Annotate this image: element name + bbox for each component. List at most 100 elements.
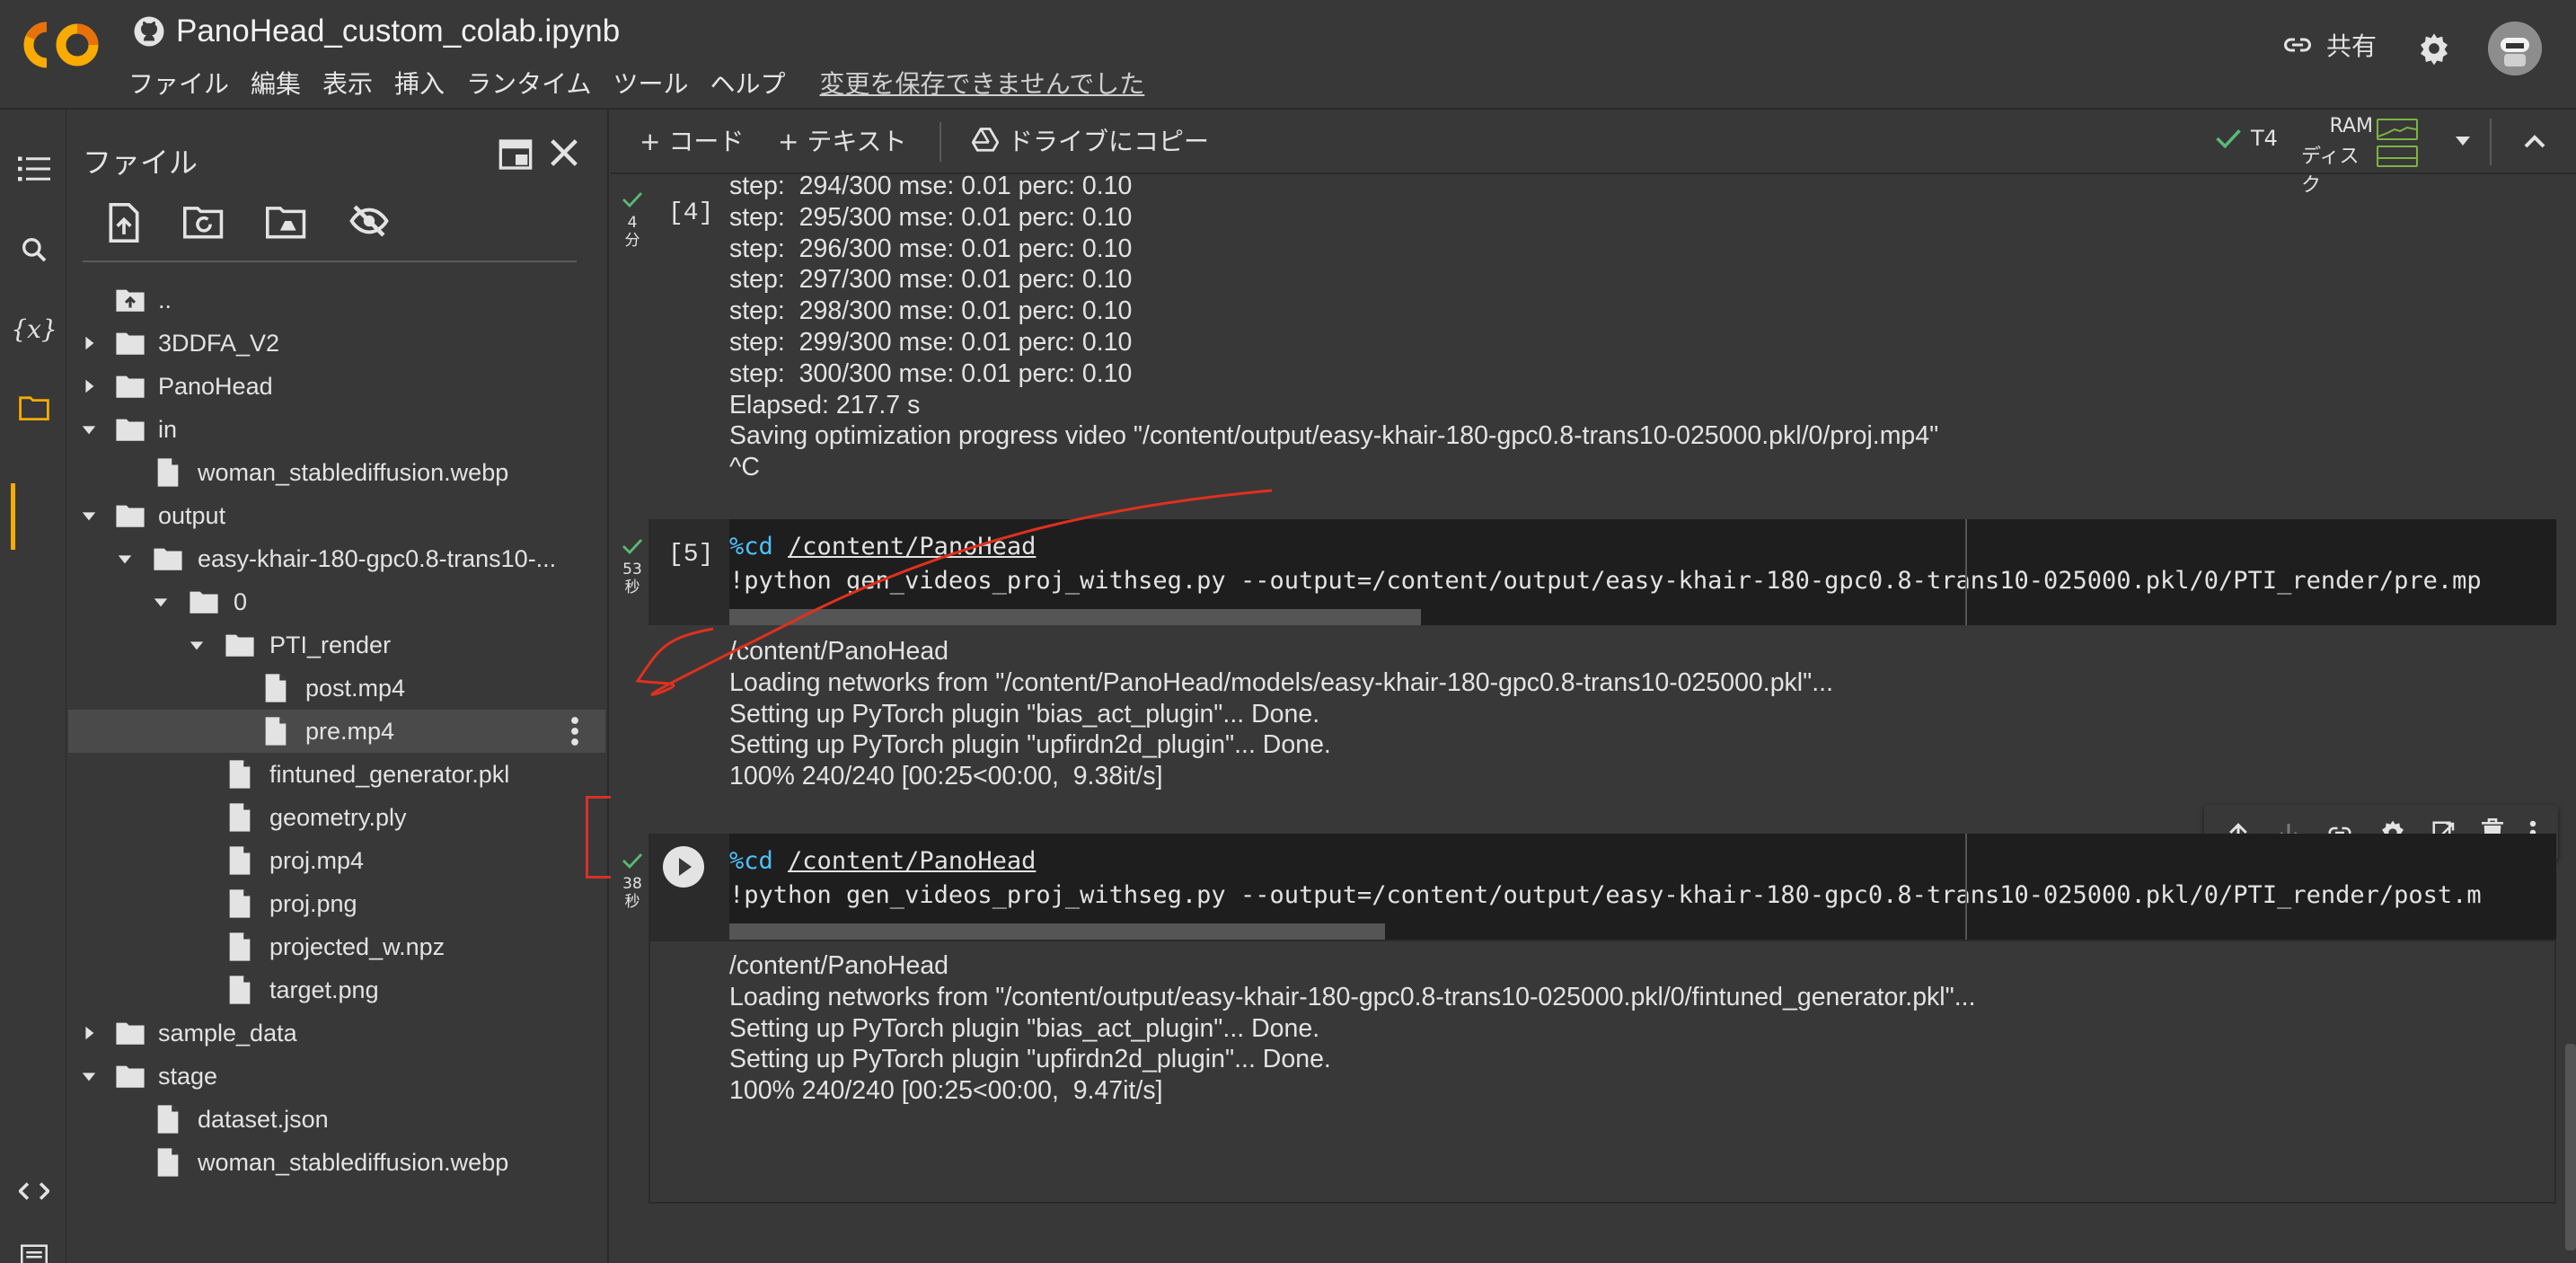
- share-button[interactable]: 共有: [2281, 27, 2377, 63]
- run-cell-button[interactable]: [663, 846, 704, 888]
- add-text-button[interactable]: + テキスト: [778, 122, 907, 158]
- output-line: step: 300/300 mse: 0.01 perc: 0.10: [729, 358, 1133, 388]
- folder-icon: [116, 1022, 145, 1045]
- check-icon: [622, 192, 643, 208]
- colab-logo[interactable]: [22, 20, 102, 70]
- chevron-down-icon[interactable]: [81, 421, 97, 437]
- close-icon[interactable]: [546, 135, 582, 171]
- upload-icon[interactable]: [106, 203, 142, 243]
- path-link[interactable]: /content/PanoHead: [788, 847, 1036, 875]
- output-line: step: 297/300 mse: 0.01 perc: 0.10: [729, 265, 1133, 295]
- file-icon: [229, 932, 251, 961]
- search-icon[interactable]: [14, 230, 54, 269]
- exec-time: 53 秒: [616, 561, 648, 596]
- menu-insert[interactable]: 挿入: [394, 65, 457, 101]
- code-editor[interactable]: %cd /content/PanoHead !python gen_videos…: [729, 519, 2556, 625]
- tree-item-file[interactable]: proj.mp4: [66, 839, 609, 882]
- menu-view[interactable]: 表示: [322, 65, 385, 101]
- tree-item-folder[interactable]: easy-khair-180-gpc0.8-trans10-...: [66, 537, 609, 580]
- chevron-down-icon[interactable]: [81, 508, 97, 524]
- tree-item-file[interactable]: geometry.ply: [66, 796, 609, 839]
- tree-item-folder[interactable]: 0: [66, 580, 609, 623]
- output-line: /content/PanoHead: [729, 637, 949, 666]
- cell-number: [4]: [668, 199, 714, 227]
- tree-item-folder[interactable]: stage: [66, 1055, 609, 1098]
- chevron-down-icon[interactable]: [153, 594, 169, 610]
- copy-to-drive-button[interactable]: ドライブにコピー: [972, 122, 1209, 158]
- file-icon: [229, 889, 251, 918]
- tree-item-label: PTI_render: [269, 631, 392, 658]
- add-code-button[interactable]: + コード: [640, 122, 744, 158]
- tree-item-folder[interactable]: in: [66, 408, 609, 451]
- folder-icon[interactable]: [14, 388, 54, 428]
- horizontal-scrollbar[interactable]: [729, 923, 1385, 940]
- menu-help[interactable]: ヘルプ: [710, 65, 798, 101]
- tree-item-folder[interactable]: 3DDFA_V2: [66, 322, 609, 365]
- chevron-right-icon[interactable]: [81, 378, 97, 394]
- tree-item-file[interactable]: target.png: [66, 968, 609, 1011]
- file-icon: [157, 458, 179, 487]
- resource-meter[interactable]: RAM ディスク: [2301, 113, 2427, 197]
- variables-icon[interactable]: {x}: [11, 309, 57, 349]
- folder-icon: [225, 634, 254, 657]
- mount-drive-icon[interactable]: [266, 203, 307, 239]
- tree-item-file[interactable]: woman_stablediffusion.webp: [66, 1141, 609, 1184]
- path-link[interactable]: /content/PanoHead: [788, 533, 1036, 561]
- tree-item-file[interactable]: projected_w.npz: [66, 925, 609, 968]
- exec-time-unit: 秒: [624, 893, 640, 911]
- chevron-right-icon[interactable]: [81, 335, 97, 351]
- menu-file[interactable]: ファイル: [128, 65, 242, 101]
- code-editor[interactable]: %cd /content/PanoHead !python gen_videos…: [729, 834, 2556, 940]
- code-snippets-icon[interactable]: [14, 1171, 54, 1211]
- code-line-2: !python gen_videos_proj_withseg.py --out…: [729, 567, 2482, 595]
- gear-icon[interactable]: [2416, 31, 2452, 66]
- unsaved-notice[interactable]: 変更を保存できませんでした: [820, 65, 1158, 101]
- cell-output: /content/PanoHead Loading networks from "…: [729, 636, 1833, 792]
- tree-item-folder[interactable]: sample_data: [66, 1011, 609, 1055]
- horizontal-scrollbar[interactable]: [729, 609, 1421, 625]
- avatar[interactable]: [2488, 22, 2542, 75]
- folder-up-icon: [116, 289, 145, 312]
- chevron-down-icon[interactable]: [117, 551, 133, 567]
- tree-item-label: woman_stablediffusion.webp: [198, 1148, 509, 1176]
- menu-runtime[interactable]: ランタイム: [466, 65, 604, 101]
- tree-item-folder[interactable]: output: [66, 494, 609, 537]
- tree-item-file[interactable]: woman_stablediffusion.webp: [66, 451, 609, 494]
- vertical-scrollbar[interactable]: [2565, 1044, 2576, 1250]
- tree-item-label: sample_data: [158, 1019, 297, 1047]
- play-icon: [679, 858, 692, 876]
- toc-icon[interactable]: [14, 149, 54, 189]
- tree-item-file[interactable]: fintuned_generator.pkl: [66, 753, 609, 796]
- runtime-status[interactable]: T4: [2215, 126, 2278, 151]
- tree-item-file[interactable]: post.mp4: [66, 667, 609, 710]
- output-line: step: 296/300 mse: 0.01 perc: 0.10: [729, 234, 1133, 263]
- cell-output: step: 294/300 mse: 0.01 perc: 0.10 step: …: [729, 171, 1938, 483]
- menu-edit[interactable]: 編集: [251, 65, 313, 101]
- tree-item-file[interactable]: dataset.json: [66, 1098, 609, 1141]
- output-line: Loading networks from "/content/PanoHead…: [729, 667, 1834, 697]
- tree-item-file[interactable]: proj.png: [66, 882, 609, 925]
- open-in-tab-icon[interactable]: [498, 137, 534, 172]
- chevron-right-icon[interactable]: [81, 1025, 97, 1041]
- refresh-folder-icon[interactable]: [183, 203, 225, 239]
- chevron-down-icon[interactable]: [2454, 135, 2472, 149]
- more-vert-icon[interactable]: [569, 715, 580, 747]
- terminal-icon[interactable]: [14, 1236, 54, 1263]
- chevron-up-icon[interactable]: [2522, 129, 2547, 153]
- notebook-title[interactable]: PanoHead_custom_colab.ipynb: [176, 13, 620, 49]
- chevron-down-icon[interactable]: [81, 1068, 97, 1084]
- drive-icon: [972, 128, 999, 152]
- tree-item-parent[interactable]: ..: [66, 278, 609, 322]
- hide-files-icon[interactable]: [348, 203, 390, 239]
- active-indicator: [11, 483, 15, 550]
- output-line: /content/PanoHead: [729, 951, 949, 980]
- tree-item-folder[interactable]: PTI_render: [66, 623, 609, 667]
- code-cell[interactable]: [5] %cd /content/PanoHead !python gen_vi…: [648, 519, 2556, 625]
- chevron-down-icon[interactable]: [189, 637, 205, 653]
- top-header: PanoHead_custom_colab.ipynb ファイル 編集 表示 挿…: [0, 0, 2576, 110]
- menu-tools[interactable]: ツール: [613, 65, 701, 101]
- cell-number: [5]: [668, 541, 714, 569]
- tree-item-file-selected[interactable]: pre.mp4: [68, 710, 605, 753]
- folder-icon: [116, 375, 145, 398]
- tree-item-folder[interactable]: PanoHead: [66, 365, 609, 408]
